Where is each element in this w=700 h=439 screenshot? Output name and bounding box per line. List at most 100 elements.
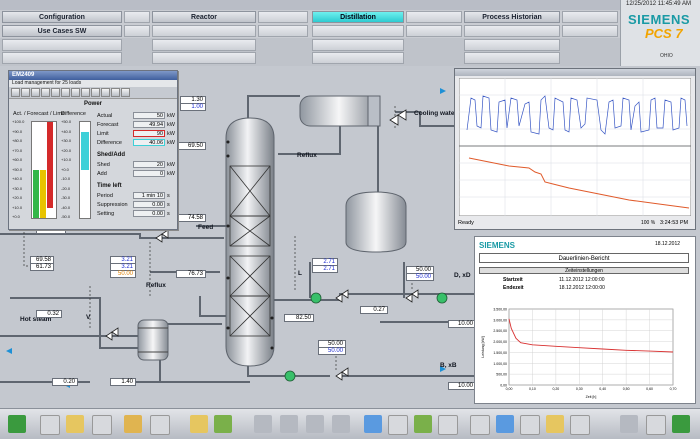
faceplate-title[interactable]: EM2409 bbox=[9, 71, 177, 80]
arrow-down-icon[interactable] bbox=[306, 415, 324, 433]
nav-slot[interactable] bbox=[406, 25, 462, 37]
x-tick-label: 0,30 bbox=[576, 387, 583, 391]
value-0-32[interactable]: 0.32 bbox=[36, 310, 62, 318]
nav-use-cases-sw[interactable]: Use Cases SW bbox=[2, 25, 122, 37]
nav-slot[interactable] bbox=[124, 11, 150, 23]
nav-slot[interactable] bbox=[464, 39, 560, 51]
value-difference[interactable]: 40.06 bbox=[133, 139, 165, 146]
tool-icon[interactable] bbox=[111, 88, 120, 97]
nav-slot[interactable] bbox=[2, 52, 122, 64]
tool-button[interactable] bbox=[92, 415, 112, 435]
value-limit[interactable]: 90 bbox=[133, 130, 165, 137]
nav-slot[interactable] bbox=[312, 25, 404, 37]
trend-window[interactable]: Ready 3:24:53 PM 100 % bbox=[454, 68, 696, 230]
nav-slot[interactable] bbox=[124, 25, 150, 37]
speaker-icon[interactable] bbox=[620, 415, 638, 433]
tool-button[interactable] bbox=[646, 415, 666, 435]
nav-configuration[interactable]: Configuration bbox=[2, 11, 122, 23]
nav-slot[interactable] bbox=[312, 39, 404, 51]
value-actual[interactable]: 50 bbox=[133, 112, 165, 119]
arrow-left-icon[interactable] bbox=[254, 415, 272, 433]
tool-button[interactable] bbox=[214, 415, 232, 433]
tool-icon[interactable] bbox=[61, 88, 70, 97]
tool-button[interactable] bbox=[388, 415, 408, 435]
tool-icon[interactable] bbox=[81, 88, 90, 97]
value-69-50[interactable]: 69.50 bbox=[176, 142, 206, 150]
tool-button[interactable] bbox=[414, 415, 432, 433]
nav-reactor[interactable]: Reactor bbox=[152, 11, 256, 23]
value-dl-b[interactable]: 2.71 bbox=[312, 265, 338, 273]
tool-button[interactable] bbox=[520, 415, 540, 435]
tool-icon[interactable] bbox=[121, 88, 130, 97]
nav-slot[interactable] bbox=[152, 39, 256, 51]
nav-slot[interactable] bbox=[464, 52, 560, 64]
value-forecast[interactable]: 49.94 bbox=[133, 121, 165, 128]
value-10-00-b[interactable]: 10.00 bbox=[448, 382, 476, 390]
value-left-b[interactable]: 61.73 bbox=[30, 263, 54, 271]
value-1-40[interactable]: 1.40 bbox=[110, 378, 136, 386]
value-period[interactable]: 1 min 10 bbox=[133, 192, 165, 199]
nav-slot[interactable] bbox=[152, 25, 256, 37]
nav-slot[interactable] bbox=[258, 11, 308, 23]
tool-button[interactable] bbox=[40, 415, 60, 435]
print-icon[interactable] bbox=[470, 415, 490, 435]
tool-icon[interactable] bbox=[41, 88, 50, 97]
undo-icon[interactable] bbox=[364, 415, 382, 433]
x-tick-label: 0,60 bbox=[646, 387, 653, 391]
tool-icon[interactable] bbox=[71, 88, 80, 97]
tool-icon[interactable] bbox=[101, 88, 110, 97]
arrow-right-icon[interactable] bbox=[332, 415, 350, 433]
nav-slot[interactable] bbox=[312, 52, 404, 64]
nav-slot[interactable] bbox=[258, 25, 308, 37]
nav-slot[interactable] bbox=[2, 39, 122, 51]
power-bar-frame bbox=[31, 121, 57, 219]
nav-slot[interactable] bbox=[406, 11, 462, 23]
tool-icon[interactable] bbox=[31, 88, 40, 97]
tool-icon[interactable] bbox=[91, 88, 100, 97]
label-reflux-top: Reflux bbox=[297, 152, 317, 159]
nav-slot[interactable] bbox=[152, 52, 256, 64]
value-0-27[interactable]: 0.27 bbox=[360, 306, 388, 314]
nav-slot[interactable] bbox=[562, 25, 618, 37]
scale-tick-label: +0.0 bbox=[12, 214, 20, 219]
nav-distillation[interactable]: Distillation bbox=[312, 11, 404, 23]
value-dr-b[interactable]: 50.00 bbox=[406, 273, 434, 281]
arrow-up-icon[interactable] bbox=[280, 415, 298, 433]
nav-slot[interactable] bbox=[562, 11, 618, 23]
faceplate-em2409[interactable]: EM2409 Load management for 25 loads Powe… bbox=[8, 70, 178, 230]
trend-icon[interactable] bbox=[150, 415, 170, 435]
value-10-00-a[interactable]: 10.00 bbox=[448, 320, 476, 328]
tool-button[interactable] bbox=[124, 415, 142, 433]
value-add[interactable]: 0 bbox=[133, 170, 165, 177]
value-suppression[interactable]: 0.00 bbox=[133, 201, 165, 208]
tool-icon[interactable] bbox=[21, 88, 30, 97]
value-82-50[interactable]: 82.50 bbox=[284, 314, 314, 322]
y-axis-label: Leistung [kW] bbox=[481, 336, 485, 357]
tool-button[interactable] bbox=[496, 415, 514, 433]
acknowledge-icon[interactable] bbox=[672, 415, 690, 433]
tool-icon[interactable] bbox=[11, 88, 20, 97]
tool-button[interactable] bbox=[546, 415, 564, 433]
scale-tick-label: +10.0 bbox=[61, 157, 72, 162]
bottom-toolbar bbox=[0, 408, 700, 439]
tool-button[interactable] bbox=[570, 415, 590, 435]
value-left-e[interactable]: 50.00 bbox=[110, 270, 136, 278]
limit-bar bbox=[47, 122, 53, 208]
report-window[interactable]: SIEMENS 18.12.2012 Dauerlinien-Bericht Z… bbox=[474, 236, 696, 404]
value-0-20[interactable]: 0.20 bbox=[52, 378, 78, 386]
value-btm-b[interactable]: 50.00 bbox=[318, 347, 346, 355]
filter-icon[interactable] bbox=[66, 415, 84, 433]
tool-button[interactable] bbox=[190, 415, 208, 433]
unit-actual: kW bbox=[167, 113, 175, 119]
value-setting[interactable]: 0.00 bbox=[133, 210, 165, 217]
value-shed[interactable]: 20 bbox=[133, 161, 165, 168]
nav-slot[interactable] bbox=[464, 25, 560, 37]
play-icon[interactable] bbox=[8, 415, 26, 433]
tool-icon[interactable] bbox=[51, 88, 60, 97]
nav-process-historian[interactable]: Process Historian bbox=[464, 11, 560, 23]
value-top-b[interactable]: 1.00 bbox=[180, 103, 206, 111]
y-tick-label: 500,00 bbox=[496, 373, 507, 377]
value-76-73[interactable]: 76.73 bbox=[176, 270, 206, 278]
tool-button[interactable] bbox=[438, 415, 458, 435]
value-74-58[interactable]: 74.58 bbox=[176, 214, 206, 222]
